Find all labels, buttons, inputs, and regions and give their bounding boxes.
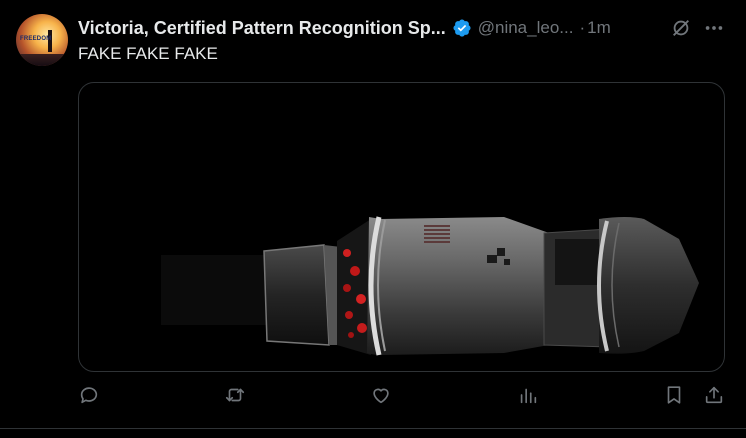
tweet-header: Victoria, Certified Pattern Recognition … bbox=[78, 16, 728, 40]
tweet[interactable]: FREEDOM Victoria, Certified Pattern Reco… bbox=[0, 0, 746, 438]
views-button[interactable] bbox=[517, 384, 541, 408]
action-bar bbox=[0, 384, 746, 414]
bookmark-icon bbox=[667, 386, 681, 404]
timestamp[interactable]: 1m bbox=[587, 18, 611, 38]
reply-icon bbox=[80, 387, 98, 404]
verified-badge-icon[interactable] bbox=[452, 18, 472, 38]
share-button[interactable] bbox=[703, 384, 727, 408]
repost-icon bbox=[225, 388, 245, 402]
like-icon bbox=[373, 388, 389, 404]
spacecraft-image bbox=[161, 216, 699, 356]
separator-dot: · bbox=[579, 18, 586, 37]
like-button[interactable] bbox=[370, 384, 394, 408]
views-icon bbox=[520, 388, 537, 404]
divider bbox=[0, 428, 746, 429]
more-icon[interactable] bbox=[703, 17, 725, 39]
reply-button[interactable] bbox=[78, 384, 102, 408]
bookmark-button[interactable] bbox=[663, 384, 687, 408]
avatar-ground bbox=[16, 54, 68, 66]
repost-button[interactable] bbox=[224, 384, 248, 408]
tweet-text: FAKE FAKE FAKE bbox=[78, 44, 218, 63]
avatar[interactable]: FREEDOM bbox=[16, 14, 68, 66]
grok-icon[interactable] bbox=[670, 17, 692, 39]
author-handle[interactable]: @nina_leo... bbox=[478, 18, 574, 38]
avatar-text: FREEDOM bbox=[20, 36, 52, 42]
author-name[interactable]: Victoria, Certified Pattern Recognition … bbox=[78, 18, 446, 39]
media-video[interactable] bbox=[78, 82, 725, 372]
share-icon bbox=[705, 386, 723, 404]
